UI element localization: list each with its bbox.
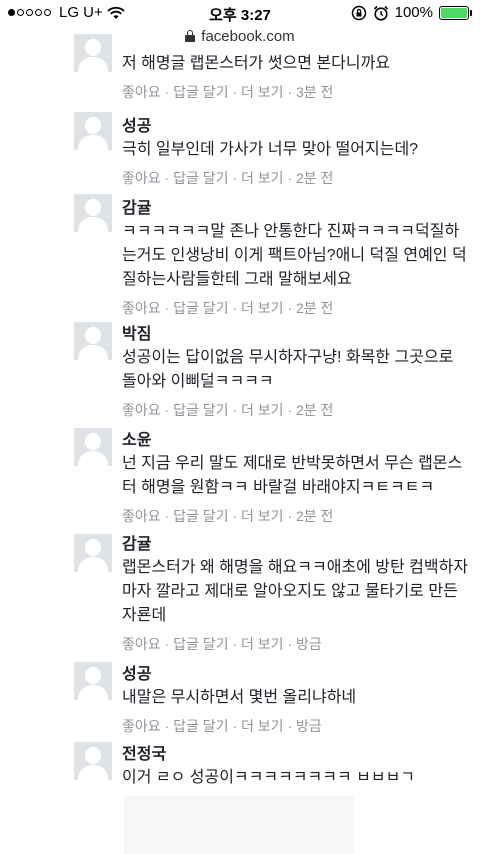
like-button[interactable]: 좋아요: [122, 402, 161, 418]
more-button[interactable]: 더 보기: [241, 402, 284, 418]
comment-body: 전정국이거 ㄹㅇ 성공이ㅋㅋㅋㅋㅋㅋㅋㅋ ㅂㅂㅂㄱ: [122, 744, 472, 790]
comment-text: 극히 일부인데 가사가 너무 맞아 떨어지는데?: [122, 141, 419, 158]
action-separator: ·: [160, 508, 174, 524]
battery-percent: 100%: [394, 4, 433, 21]
comment-text: 저 해명글 랩몬스터가 썻으면 본다니까요: [122, 55, 391, 72]
comment-timestamp: 방금: [295, 636, 322, 652]
reply-button[interactable]: 답글 달기: [173, 508, 228, 524]
action-separator: ·: [283, 636, 296, 652]
comment-actions: 좋아요 · 답글 달기 · 더 보기 · 방금: [122, 716, 472, 736]
comment-timestamp: 2분 전: [295, 300, 334, 316]
status-right: 100%: [351, 4, 472, 21]
comment-text: 넌 지금 우리 말도 제대로 반박못하면서 무슨 랩몬스터 해명을 원함ㅋㅋ 바…: [122, 455, 463, 496]
comment-body: 감귤랩몬스터가 왜 해명을 해요ㅋㅋ애초에 방탄 컴백하자마자 깔라고 제대로 …: [122, 534, 472, 654]
action-separator: ·: [283, 170, 296, 186]
action-separator: ·: [160, 402, 174, 418]
comment-body: 성공극히 일부인데 가사가 너무 맞아 떨어지는데? 좋아요 · 답글 달기 · …: [122, 116, 472, 188]
action-separator: ·: [160, 636, 174, 652]
comment-body: 성공내말은 무시하면서 몇번 올리냐하네좋아요 · 답글 달기 · 더 보기 ·…: [122, 664, 472, 736]
action-separator: ·: [283, 84, 296, 100]
comment-timestamp: 2분 전: [295, 508, 334, 524]
comment-text: 이거 ㄹㅇ 성공이ㅋㅋㅋㅋㅋㅋㅋㅋ ㅂㅂㅂㄱ: [122, 769, 416, 786]
rotation-lock-icon: [351, 5, 366, 20]
action-separator: ·: [283, 508, 296, 524]
comment-body: 저 해명글 랩몬스터가 썻으면 본다니까요좋아요 · 답글 달기 · 더 보기 …: [122, 52, 472, 102]
comment-body: 박짐성공이는 답이없음 무시하자구냥! 화목한 그곳으로 돌아와 이삐덜ㅋㅋㅋㅋ…: [122, 324, 472, 420]
comment-actions: 좋아요 · 답글 달기 · 더 보기 · 3분 전: [122, 82, 472, 102]
action-separator: ·: [160, 170, 174, 186]
comment-text: 랩몬스터가 왜 해명을 해요ㅋㅋ애초에 방탄 컴백하자마자 깔라고 제대로 알아…: [122, 559, 469, 624]
like-button[interactable]: 좋아요: [122, 170, 161, 186]
like-button[interactable]: 좋아요: [122, 300, 161, 316]
commenter-name[interactable]: 감귤: [122, 198, 472, 220]
reply-button[interactable]: 답글 달기: [173, 718, 228, 734]
comment-actions: 좋아요 · 답글 달기 · 더 보기 · 2분 전: [122, 400, 472, 420]
like-button[interactable]: 좋아요: [122, 508, 161, 524]
commenter-name[interactable]: 소윤: [122, 430, 472, 452]
commenter-name[interactable]: 감귤: [122, 534, 472, 556]
like-button[interactable]: 좋아요: [122, 84, 161, 100]
reply-button[interactable]: 답글 달기: [173, 84, 228, 100]
comment-timestamp: 방금: [295, 718, 322, 734]
avatar[interactable]: [74, 194, 112, 232]
comment-text: 성공이는 답이없음 무시하자구냥! 화목한 그곳으로 돌아와 이삐덜ㅋㅋㅋㅋ: [122, 349, 454, 390]
like-button[interactable]: 좋아요: [122, 718, 161, 734]
status-bar: LG U+ 오후 3:27 100%: [0, 0, 480, 26]
battery-icon: [439, 5, 472, 20]
more-button[interactable]: 더 보기: [241, 84, 284, 100]
commenter-name[interactable]: 전정국: [122, 744, 472, 766]
avatar[interactable]: [74, 322, 112, 360]
commenter-name[interactable]: 성공: [122, 664, 472, 686]
action-separator: ·: [228, 300, 241, 316]
comment-body: 소윤넌 지금 우리 말도 제대로 반박못하면서 무슨 랩몬스터 해명을 원함ㅋㅋ…: [122, 430, 472, 526]
avatar[interactable]: [74, 428, 112, 466]
avatar[interactable]: [74, 534, 112, 572]
lock-icon: [185, 30, 196, 42]
comment-actions: 좋아요 · 답글 달기 · 더 보기 · 2분 전: [122, 168, 472, 188]
comment-actions: 좋아요 · 답글 달기 · 더 보기 · 방금: [122, 634, 472, 654]
avatar[interactable]: [74, 112, 112, 150]
more-button[interactable]: 더 보기: [241, 718, 284, 734]
more-button[interactable]: 더 보기: [241, 636, 284, 652]
comment-text: ㅋㅋㅋㅋㅋㅋ말 존나 안통한다 진짜ㅋㅋㅋㅋ덕질하는거도 인생낭비 이게 팩트아…: [122, 223, 467, 288]
reply-button[interactable]: 답글 달기: [173, 402, 228, 418]
action-separator: ·: [283, 402, 296, 418]
action-separator: ·: [160, 300, 174, 316]
like-button[interactable]: 좋아요: [122, 636, 161, 652]
commenter-name[interactable]: 박짐: [122, 324, 472, 346]
reply-button[interactable]: 답글 달기: [173, 300, 228, 316]
comment-actions: 좋아요 · 답글 달기 · 더 보기 · 2분 전: [122, 298, 472, 318]
reply-button[interactable]: 답글 달기: [173, 636, 228, 652]
alarm-icon: [373, 5, 388, 21]
action-separator: ·: [283, 300, 296, 316]
url-bar[interactable]: facebook.com: [0, 26, 480, 46]
reply-button[interactable]: 답글 달기: [173, 170, 228, 186]
more-button[interactable]: 더 보기: [241, 300, 284, 316]
comment-actions: 좋아요 · 답글 달기 · 더 보기 · 2분 전: [122, 506, 472, 526]
comment-text: 내말은 무시하면서 몇번 올리냐하네: [122, 689, 357, 706]
more-button[interactable]: 더 보기: [241, 170, 284, 186]
action-separator: ·: [160, 718, 174, 734]
avatar[interactable]: [74, 34, 112, 72]
comment-timestamp: 3분 전: [295, 84, 334, 100]
action-separator: ·: [228, 636, 241, 652]
action-separator: ·: [283, 718, 296, 734]
more-button[interactable]: 더 보기: [241, 508, 284, 524]
commenter-name[interactable]: 성공: [122, 116, 472, 138]
comment-timestamp: 2분 전: [295, 402, 334, 418]
avatar[interactable]: [74, 662, 112, 700]
action-separator: ·: [160, 84, 174, 100]
comment-timestamp: 2분 전: [295, 170, 334, 186]
action-separator: ·: [228, 508, 241, 524]
comment-input-placeholder: [124, 796, 354, 854]
url-domain: facebook.com: [201, 27, 295, 45]
avatar[interactable]: [74, 742, 112, 780]
action-separator: ·: [228, 402, 241, 418]
action-separator: ·: [228, 170, 241, 186]
action-separator: ·: [228, 84, 241, 100]
action-separator: ·: [228, 718, 241, 734]
comment-body: 감귤 ㅋㅋㅋㅋㅋㅋ말 존나 안통한다 진짜ㅋㅋㅋㅋ덕질하는거도 인생낭비 이게 팩…: [122, 198, 472, 318]
